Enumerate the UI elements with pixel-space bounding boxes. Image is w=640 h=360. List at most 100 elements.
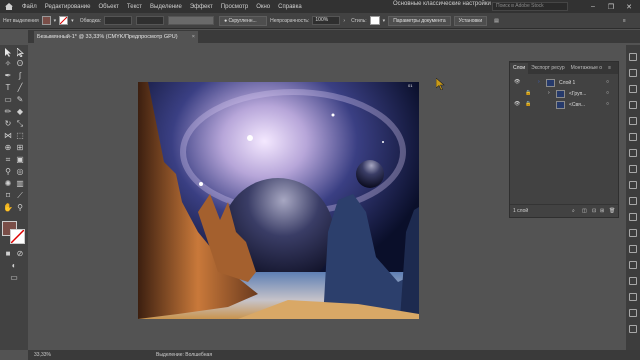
maximize-icon[interactable]: ❐ xyxy=(604,0,618,13)
close-tab-icon[interactable]: × xyxy=(192,31,195,43)
document-setup-button[interactable]: Параметры документа xyxy=(388,15,451,26)
new-layer-icon[interactable]: ⊞ xyxy=(600,205,604,217)
swatches-panel-icon[interactable] xyxy=(629,101,637,109)
variable-width-field[interactable] xyxy=(136,16,165,25)
layer-row[interactable]: 🔒 › <Груп... ○ xyxy=(510,89,618,100)
new-sublayer-icon[interactable]: ⊡ xyxy=(592,205,596,217)
stroke-swatch[interactable] xyxy=(59,16,69,25)
color-panel-icon[interactable] xyxy=(629,85,637,93)
visibility-eye-icon[interactable]: 👁 xyxy=(514,79,520,85)
shape-builder-tool-icon[interactable]: ⊕ xyxy=(3,143,13,153)
tab-asset-export[interactable]: Экспорт ресур xyxy=(528,63,567,74)
menu-object[interactable]: Объект xyxy=(94,4,122,10)
delete-layer-icon[interactable]: 🗑 xyxy=(609,205,615,217)
libraries-panel-icon[interactable] xyxy=(629,69,637,77)
clipping-mask-icon[interactable]: ◫ xyxy=(582,205,587,217)
line-segment-tool-icon[interactable]: ╱ xyxy=(15,83,25,93)
menu-file[interactable]: Файл xyxy=(18,4,41,10)
slice-tool-icon[interactable]: ⟋ xyxy=(15,191,25,201)
target-circle-icon[interactable]: ○ xyxy=(606,101,609,107)
target-circle-icon[interactable]: ○ xyxy=(606,79,609,85)
perspective-grid-tool-icon[interactable]: ⊞ xyxy=(15,143,25,153)
type-tool-icon[interactable]: T xyxy=(3,83,13,93)
stroke-panel-icon[interactable] xyxy=(629,149,637,157)
gradient-panel-icon[interactable] xyxy=(629,165,637,173)
lock-icon[interactable]: 🔒 xyxy=(525,101,531,107)
artboard-tool-icon[interactable]: ⌑ xyxy=(3,191,13,201)
tab-artboards[interactable]: Монтажные о xyxy=(568,63,605,74)
lock-icon[interactable]: 🔒 xyxy=(525,90,531,96)
locate-object-icon[interactable]: ⌕ xyxy=(572,205,575,217)
artboard-image[interactable] xyxy=(138,82,419,319)
paragraph-panel-icon[interactable] xyxy=(629,325,637,333)
menu-view[interactable]: Просмотр xyxy=(217,4,252,10)
layer-row[interactable]: 👁 🔒 <Свя... ○ xyxy=(510,100,618,111)
target-circle-icon[interactable]: ○ xyxy=(606,90,609,96)
style-dropdown-icon[interactable]: ▾ xyxy=(380,18,389,24)
home-icon[interactable] xyxy=(0,0,18,13)
eyedropper-tool-icon[interactable]: ⚲ xyxy=(3,167,13,177)
expand-chevron-icon[interactable]: › xyxy=(548,90,550,96)
column-graph-tool-icon[interactable]: ▥ xyxy=(15,179,25,189)
stroke-weight-field[interactable] xyxy=(104,16,133,25)
transform-panel-icon[interactable] xyxy=(629,293,637,301)
rectangle-tool-icon[interactable]: ▭ xyxy=(3,95,13,105)
gradient-tool-icon[interactable]: ▣ xyxy=(15,155,25,165)
menu-edit[interactable]: Редактирование xyxy=(41,4,95,10)
properties-panel-icon[interactable] xyxy=(629,53,637,61)
appearance-panel-icon[interactable] xyxy=(629,197,637,205)
arrange-icon[interactable]: ▤ xyxy=(491,18,502,24)
layer-row[interactable]: 👁 › Слой 1 ○ xyxy=(510,78,618,89)
hand-tool-icon[interactable]: ✋ xyxy=(3,203,13,213)
color-mode-icon[interactable]: ■ xyxy=(3,249,13,259)
screen-mode-icon[interactable]: ▭ xyxy=(9,273,19,283)
opacity-arrow-icon[interactable]: › xyxy=(340,18,348,24)
pencil-tool-icon[interactable]: ✏ xyxy=(3,107,13,117)
workspace-switcher[interactable]: Основные классические настройки xyxy=(393,1,491,7)
stroke-color-box[interactable] xyxy=(10,229,25,244)
menu-window[interactable]: Окно xyxy=(252,4,274,10)
lasso-tool-icon[interactable]: ʘ xyxy=(15,59,25,69)
brushes-panel-icon[interactable] xyxy=(629,117,637,125)
stroke-dropdown-icon[interactable]: ▾ xyxy=(68,18,77,24)
layers-panel-icon[interactable] xyxy=(629,229,637,237)
expand-chevron-icon[interactable]: › xyxy=(538,79,540,85)
pathfinder-panel-icon[interactable] xyxy=(629,277,637,285)
zoom-tool-icon[interactable]: ⚲ xyxy=(15,203,25,213)
zoom-level[interactable]: 33,33% xyxy=(34,350,51,360)
none-mode-icon[interactable]: ⊘ xyxy=(15,249,25,259)
direct-selection-tool-icon[interactable] xyxy=(15,47,25,57)
align-panel-icon[interactable] xyxy=(629,261,637,269)
stock-search-input[interactable]: Поиск в Adobe Stock xyxy=(492,2,568,11)
eraser-tool-icon[interactable]: ◆ xyxy=(15,107,25,117)
mesh-tool-icon[interactable]: ⌗ xyxy=(3,155,13,165)
width-tool-icon[interactable]: ⋈ xyxy=(3,131,13,141)
menu-effect[interactable]: Эффект xyxy=(186,4,217,10)
control-menu-icon[interactable]: ≡ xyxy=(620,18,629,24)
curvature-tool-icon[interactable]: ∫ xyxy=(15,71,25,81)
symbol-sprayer-tool-icon[interactable]: ✺ xyxy=(3,179,13,189)
visibility-eye-icon[interactable]: 👁 xyxy=(514,101,520,107)
paintbrush-tool-icon[interactable]: ✎ xyxy=(15,95,25,105)
character-panel-icon[interactable] xyxy=(629,309,637,317)
scale-tool-icon[interactable]: ⤡ xyxy=(15,119,25,129)
rotate-tool-icon[interactable]: ↻ xyxy=(3,119,13,129)
menu-help[interactable]: Справка xyxy=(274,4,306,10)
panel-menu-icon[interactable]: ≡ xyxy=(605,63,614,74)
magic-wand-tool-icon[interactable]: ✧ xyxy=(3,59,13,69)
free-transform-tool-icon[interactable]: ⬚ xyxy=(15,131,25,141)
graphic-style-swatch[interactable] xyxy=(369,16,380,25)
symbols-panel-icon[interactable] xyxy=(629,133,637,141)
brush-definition-select[interactable]: ● Скругленн... xyxy=(219,15,268,26)
close-window-icon[interactable]: ✕ xyxy=(622,0,636,13)
drawing-modes-icon[interactable]: ◐ xyxy=(9,261,19,271)
graphic-styles-panel-icon[interactable] xyxy=(629,213,637,221)
fill-swatch[interactable] xyxy=(41,16,51,25)
transparency-panel-icon[interactable] xyxy=(629,181,637,189)
blend-tool-icon[interactable]: ◎ xyxy=(15,167,25,177)
brush-profile-field[interactable] xyxy=(168,16,215,25)
preferences-button[interactable]: Установки xyxy=(453,15,488,26)
document-tab[interactable]: Безымянный-1* @ 33,33% (CMYK/Предпросмот… xyxy=(34,31,198,43)
tab-layers[interactable]: Слои xyxy=(510,63,529,74)
opacity-field[interactable]: 100% xyxy=(312,16,341,25)
